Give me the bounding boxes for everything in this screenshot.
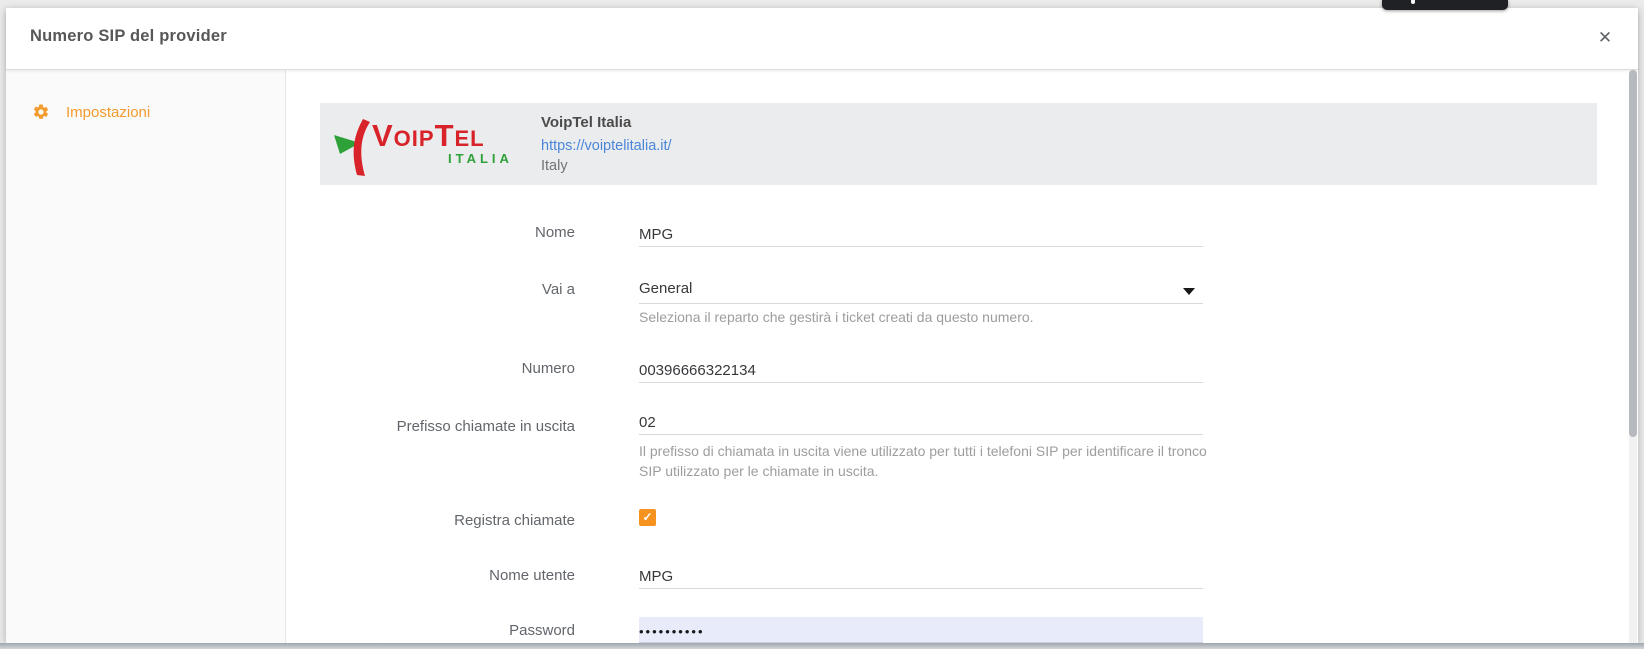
voiptel-logo-subtext: ITALIA xyxy=(448,151,513,166)
vai-a-select[interactable]: General xyxy=(639,278,1203,304)
provider-info-card: VoipTel ITALIA VoipTel Italia https://vo… xyxy=(320,103,1597,185)
field-label-vai-a: Vai a xyxy=(320,281,575,298)
sidebar-item-label: Impostazioni xyxy=(66,104,150,121)
field-label-password: Password xyxy=(320,622,575,639)
tooltip-glyph-fragment xyxy=(1411,0,1415,4)
screen: Numero SIP del provider ✕ Impostazioni V… xyxy=(0,0,1644,649)
provider-country: Italy xyxy=(541,158,568,174)
field-label-prefisso: Prefisso chiamate in uscita xyxy=(320,418,575,435)
close-icon[interactable]: ✕ xyxy=(1590,23,1620,53)
field-label-nome-utente: Nome utente xyxy=(320,567,575,584)
password-input[interactable] xyxy=(639,617,1203,643)
field-label-numero: Numero xyxy=(320,360,575,377)
chevron-down-icon xyxy=(1183,288,1195,295)
registra-chiamate-checkbox[interactable]: ✓ xyxy=(639,509,656,526)
provider-url-link[interactable]: https://voiptelitalia.it/ xyxy=(541,138,672,154)
scrollbar-thumb[interactable] xyxy=(1629,70,1637,437)
page-bottom-edge xyxy=(0,643,1644,649)
vai-a-hint: Seleziona il reparto che gestirà i ticke… xyxy=(639,307,1209,327)
field-label-nome: Nome xyxy=(320,224,575,241)
nome-utente-input[interactable] xyxy=(639,563,1203,589)
dialog-title: Numero SIP del provider xyxy=(30,27,227,46)
settings-sidebar: Impostazioni xyxy=(6,70,286,643)
prefisso-input[interactable] xyxy=(639,409,1203,435)
scrollbar-track[interactable] xyxy=(1629,70,1637,643)
sidebar-item-impostazioni[interactable]: Impostazioni xyxy=(6,96,286,130)
voiptel-logo-wordmark: VoipTel xyxy=(372,121,485,151)
cutoff-browser-tooltip xyxy=(1382,0,1508,10)
dialog-header: Numero SIP del provider ✕ xyxy=(6,8,1638,70)
nome-input[interactable] xyxy=(639,221,1203,247)
field-label-registra-chiamate: Registra chiamate xyxy=(320,512,575,529)
prefisso-hint: Il prefisso di chiamata in uscita viene … xyxy=(639,441,1209,481)
vai-a-selected-value: General xyxy=(639,280,692,297)
provider-name: VoipTel Italia xyxy=(541,114,631,131)
numero-input[interactable] xyxy=(639,357,1203,383)
gear-icon xyxy=(32,103,50,121)
